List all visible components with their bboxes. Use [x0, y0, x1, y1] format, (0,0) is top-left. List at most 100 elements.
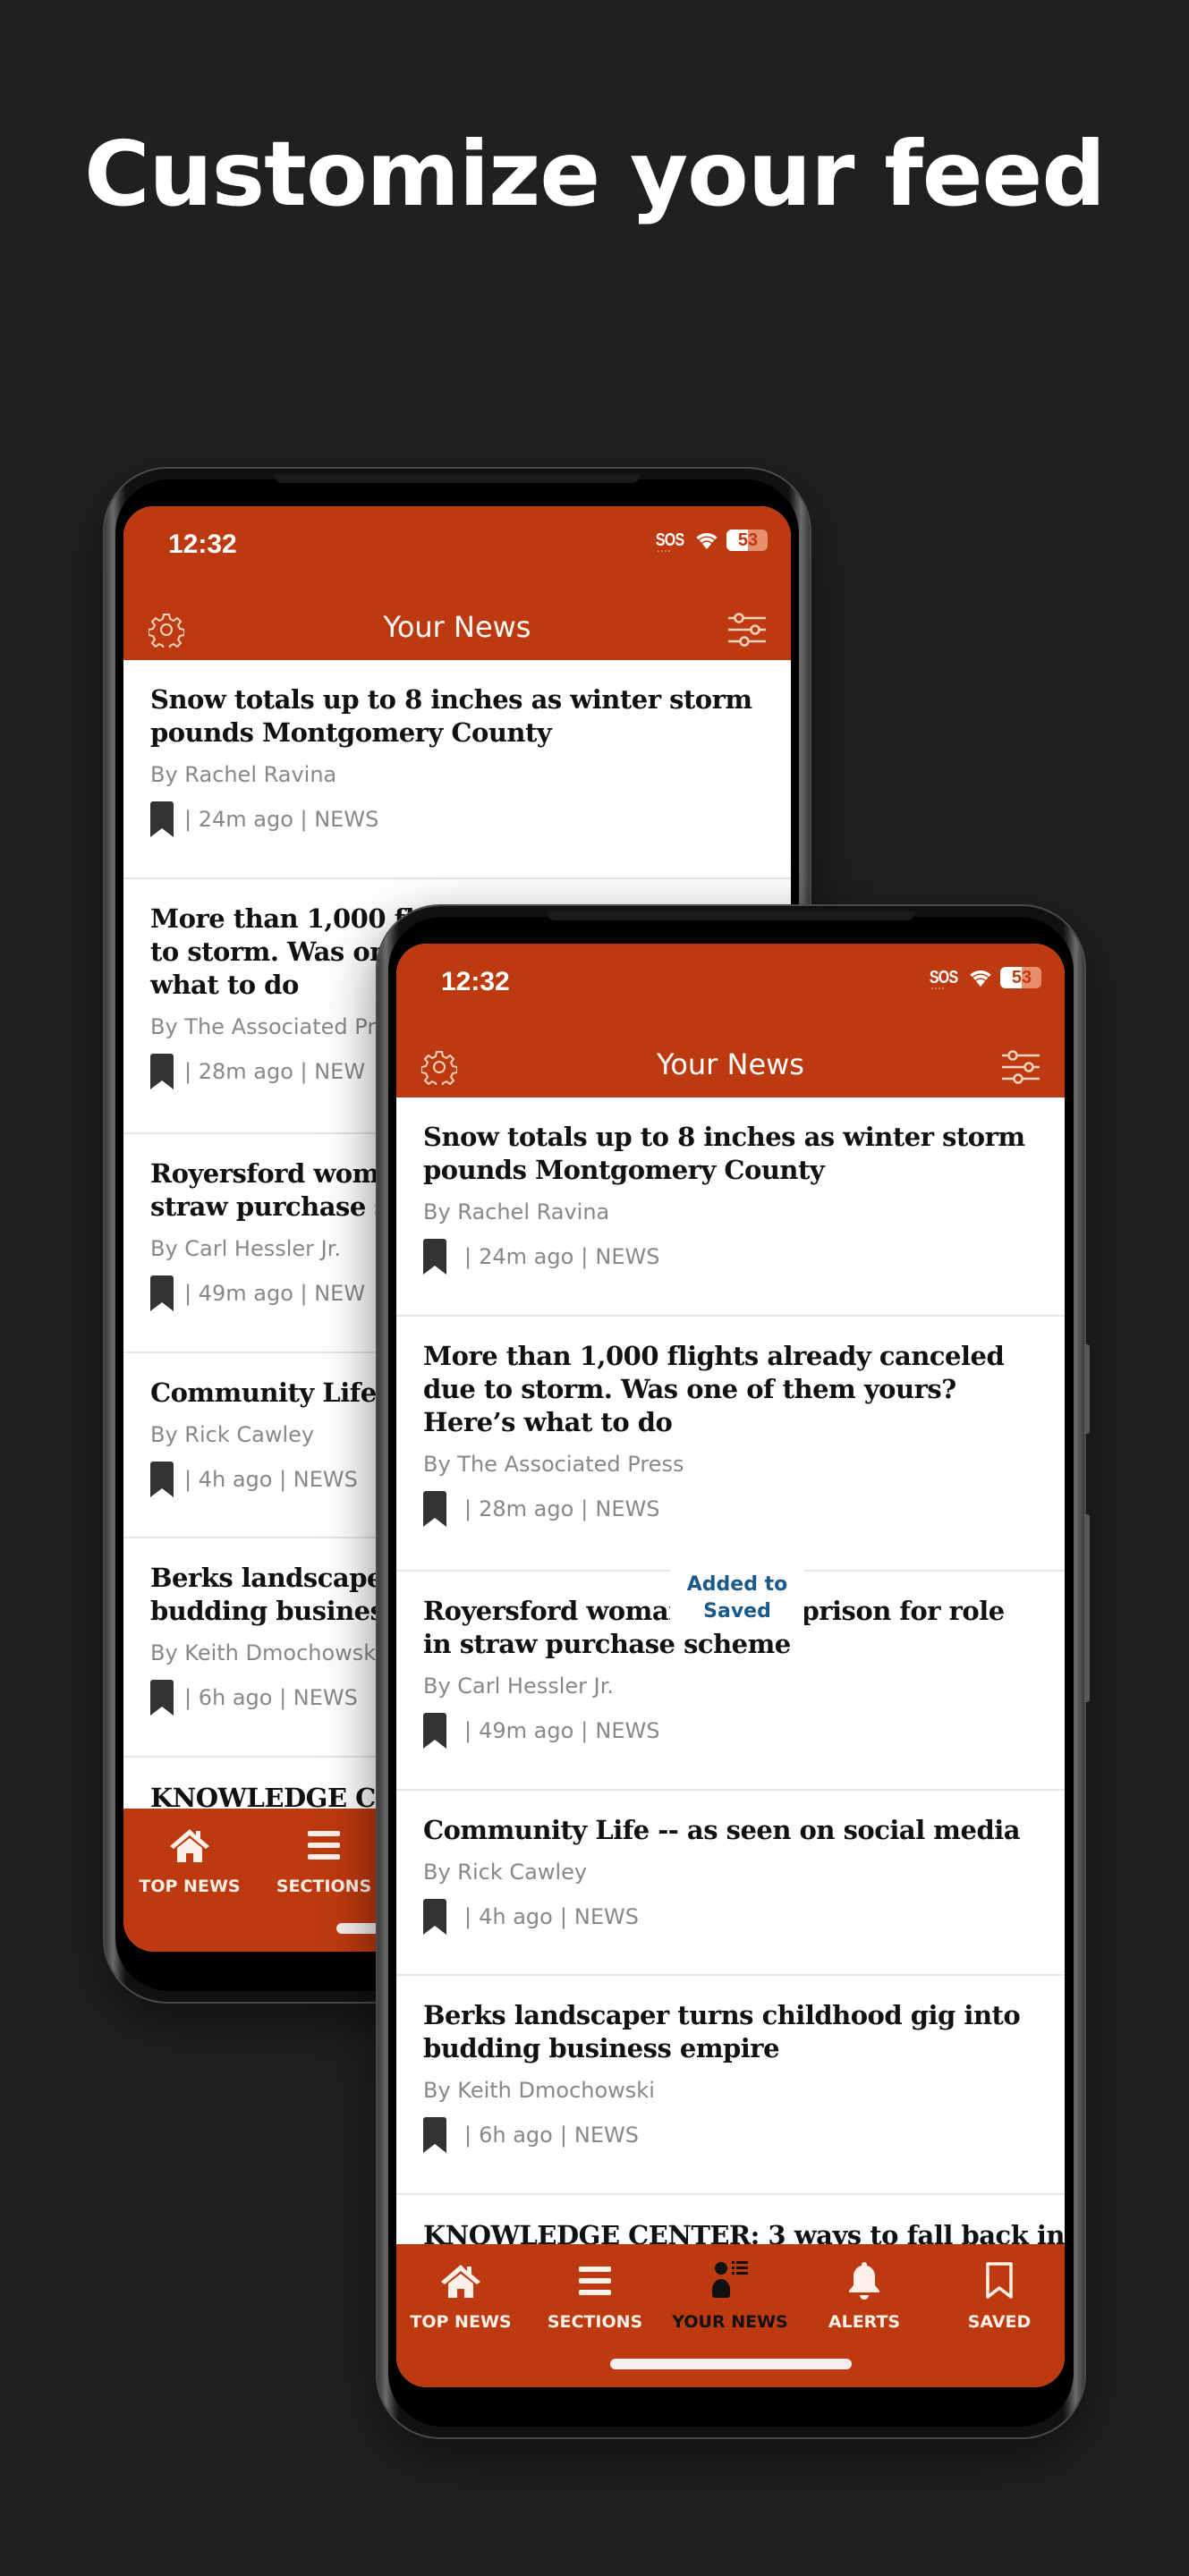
sliders-icon[interactable] — [1000, 1049, 1041, 1085]
article-meta: | 24m ago | NEWS — [150, 801, 764, 837]
tab-sections[interactable]: SECTIONS — [532, 2258, 658, 2332]
article-title[interactable]: Snow totals up to 8 inches as winter sto… — [423, 1121, 1038, 1187]
bookmark-filled-icon[interactable] — [423, 1491, 446, 1527]
battery-digit-2: 3 — [1022, 967, 1041, 988]
article-meta: | 24m ago | NEWS — [423, 1239, 1038, 1275]
article-row[interactable]: More than 1,000 flights already canceled… — [396, 1317, 1065, 1572]
article-row[interactable]: Berks landscaper turns childhood gig int… — [396, 1976, 1065, 2195]
sliders-icon[interactable] — [726, 612, 768, 648]
bookmark-filled-icon[interactable] — [150, 1275, 174, 1311]
tab-label: TOP NEWS — [139, 1877, 241, 1896]
battery-indicator: 53 — [1000, 967, 1041, 988]
bookmark-filled-icon[interactable] — [150, 801, 174, 837]
tab-top-news[interactable]: TOP NEWS — [127, 1823, 252, 1896]
front-phone-screen: 12:32 SOS 53 Your News Snow totals up to… — [396, 944, 1065, 2387]
article-row[interactable]: Community Life -- as seen on social medi… — [396, 1791, 1065, 1976]
article-title-partial[interactable]: KNOWLEDGE CENTER: 3 ways to fall back in — [396, 2195, 1065, 2250]
toast-line-1: Added to — [686, 1573, 788, 1596]
person-list-icon — [712, 2261, 748, 2298]
article-time: 4h ago — [479, 1904, 553, 1929]
status-bar: 12:32 SOS 53 — [123, 506, 791, 596]
menu-icon — [579, 2267, 611, 2295]
bell-icon — [849, 2262, 879, 2300]
sos-indicator: SOS — [656, 530, 684, 557]
tab-top-news[interactable]: TOP NEWS — [398, 2258, 523, 2332]
article-section: NEWS — [595, 1718, 660, 1743]
article-feed: Snow totals up to 8 inches as winter sto… — [396, 1097, 1065, 2250]
article-byline: By Rick Cawley — [423, 1860, 588, 1885]
home-icon — [441, 2265, 480, 2298]
article-meta: | 49m ago | NEWS — [423, 1713, 1038, 1749]
article-section: NEWS — [573, 2123, 640, 2148]
article-title[interactable]: Snow totals up to 8 inches as winter sto… — [150, 683, 764, 750]
bookmark-icon — [986, 2262, 1013, 2299]
article-title[interactable]: Berks landscaper turns childhood gig int… — [423, 1999, 1038, 2065]
article-row[interactable]: Snow totals up to 8 inches as winter sto… — [396, 1097, 1065, 1317]
article-byline: By Keith Dmochowski — [423, 2078, 655, 2103]
bookmark-filled-icon[interactable] — [423, 2117, 446, 2153]
bookmark-filled-icon[interactable] — [423, 1899, 446, 1935]
article-byline: By Rachel Ravina — [150, 762, 337, 787]
tab-saved[interactable]: SAVED — [937, 2258, 1062, 2332]
home-indicator[interactable] — [609, 2359, 852, 2369]
article-section: NEWS — [595, 1496, 660, 1521]
status-time: 12:32 — [168, 530, 237, 559]
status-time: 12:32 — [441, 967, 510, 996]
nav-title: Your News — [657, 1047, 804, 1081]
front-phone-frame: 12:32 SOS 53 Your News Snow totals up to… — [378, 906, 1090, 2437]
bookmark-filled-icon[interactable] — [423, 1239, 446, 1275]
article-time: 49m ago — [479, 1718, 574, 1743]
tab-your-news[interactable]: YOUR NEWS — [667, 2258, 793, 2332]
tab-label: ALERTS — [828, 2312, 901, 2332]
article-meta-text: | 24m ago | NEWS — [184, 807, 379, 832]
sos-indicator: SOS — [930, 968, 958, 995]
article-meta-text: | 4h ago | NEWS — [184, 1467, 358, 1492]
wifi-icon — [696, 532, 718, 549]
article-section: NEWS — [595, 1244, 660, 1269]
front-phone-speaker — [548, 911, 914, 920]
status-bar: 12:32 SOS 53 — [396, 944, 1065, 1033]
battery-digit-2: 3 — [748, 530, 768, 551]
article-byline: By Carl Hessler Jr. — [423, 1674, 615, 1699]
bookmark-filled-icon[interactable] — [423, 1713, 446, 1749]
article-title[interactable]: Community Life -- as seen on social medi… — [423, 1814, 1038, 1847]
tab-alerts[interactable]: ALERTS — [802, 2258, 927, 2332]
article-meta: | 4h ago | NEWS — [423, 1899, 1038, 1935]
article-meta: | 6h ago | NEWS — [423, 2117, 1038, 2153]
battery-digit-1: 5 — [726, 530, 748, 551]
tab-label: SECTIONS — [547, 2312, 643, 2332]
article-meta-text: | 6h ago | NEWS — [184, 1685, 358, 1710]
article-row[interactable]: Snow totals up to 8 inches as winter sto… — [123, 660, 791, 879]
article-title[interactable]: More than 1,000 flights already canceled… — [423, 1340, 1038, 1439]
tab-sections[interactable]: SECTIONS — [261, 1823, 386, 1896]
toast-line-2: Saved — [703, 1600, 771, 1623]
article-meta-text: | 28m ago | NEW — [184, 1059, 366, 1084]
bookmark-filled-icon[interactable] — [150, 1680, 174, 1716]
battery-digit-1: 5 — [1000, 967, 1022, 988]
nav-bar: Your News — [396, 1033, 1065, 1097]
article-byline: By Rachel Ravina — [423, 1199, 610, 1224]
tab-label: SECTIONS — [276, 1877, 372, 1896]
article-time: 6h ago — [479, 2123, 553, 2148]
menu-icon — [308, 1831, 340, 1860]
tab-label: SAVED — [967, 2312, 1032, 2332]
bookmark-filled-icon[interactable] — [150, 1462, 174, 1497]
article-meta-text: | 49m ago | NEW — [184, 1281, 366, 1306]
home-icon — [170, 1829, 209, 1862]
nav-bar: Your News — [123, 596, 791, 660]
saved-toast: Added to Saved — [670, 1566, 804, 1631]
promo-headline: Customize your feed — [84, 122, 1106, 226]
nav-title: Your News — [383, 610, 531, 644]
back-phone-speaker — [275, 474, 640, 483]
article-row[interactable]: Royersford woman sent to prison for role… — [396, 1566, 1065, 1791]
volume-button — [1084, 1344, 1090, 1434]
bookmark-filled-icon[interactable] — [150, 1054, 174, 1089]
wifi-icon — [970, 970, 991, 987]
article-meta: | 28m ago | NEWS — [423, 1491, 1038, 1527]
tab-label: TOP NEWS — [410, 2312, 512, 2332]
tab-label: YOUR NEWS — [672, 2312, 788, 2332]
article-section: NEWS — [573, 1904, 640, 1929]
article-time: 28m ago — [479, 1496, 574, 1521]
battery-indicator: 53 — [726, 530, 768, 551]
power-button — [1084, 1514, 1090, 1702]
